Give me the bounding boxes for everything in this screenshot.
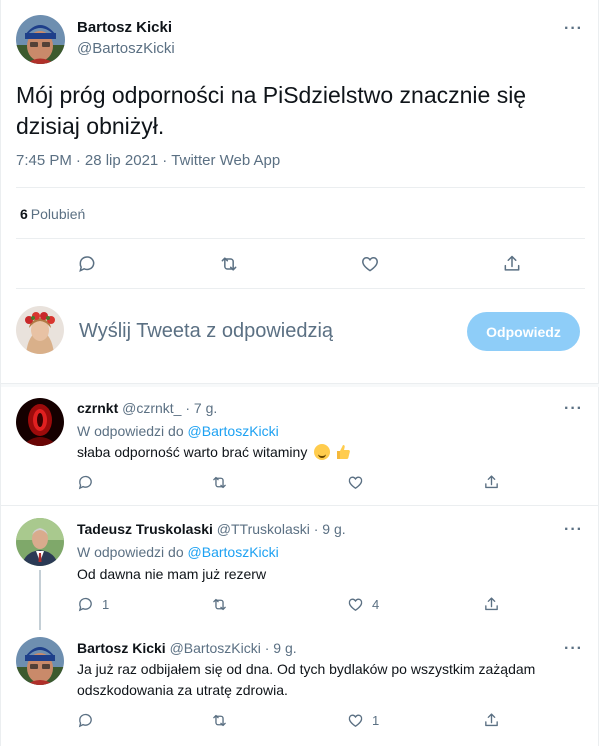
tweet-date[interactable]: 28 lip 2021 (85, 152, 158, 169)
reply-avatar[interactable] (16, 398, 64, 446)
reply-text: Ja już raz odbijałem się od dna. Od tych… (77, 661, 536, 698)
like-count: 4 (372, 597, 380, 612)
reply-author-handle[interactable]: @czrnkt_ (122, 400, 181, 416)
divider (16, 187, 585, 188)
author-name[interactable]: Bartosz Kicki (77, 19, 172, 36)
like-action[interactable] (347, 474, 372, 491)
thread-connector (39, 570, 41, 630)
reply-input[interactable]: Wyślij Tweeta z odpowiedzią (79, 320, 333, 343)
share-icon (485, 713, 498, 727)
reply-tweet[interactable]: Bartosz Kicki @BartoszKicki · 9 g. ··· J… (1, 629, 599, 746)
reply-author-handle[interactable]: @BartoszKicki (170, 640, 261, 656)
thumbs-up-icon (337, 445, 351, 459)
likes-label: Polubień (30, 206, 86, 222)
reply-header: czrnkt @czrnkt_ · 7 g. (77, 400, 217, 416)
reply-icon[interactable] (76, 253, 98, 275)
reply-age[interactable]: · 9 g. (265, 640, 297, 656)
reply-icon (78, 597, 92, 612)
divider (16, 238, 585, 239)
reply-tweet[interactable]: czrnkt @czrnkt_ · 7 g. ··· W odpowiedzi … (1, 388, 599, 505)
reply-author-name[interactable]: Bartosz Kicki (77, 640, 166, 656)
section-divider (1, 383, 599, 387)
mention-link[interactable]: @BartoszKicki (188, 544, 279, 560)
reply-author-name[interactable]: Tadeusz Truskolaski (77, 521, 213, 537)
reply-text: słaba odporność warto brać witaminy (77, 442, 587, 463)
share-icon[interactable] (501, 253, 523, 275)
tweet-text: Mój próg odporności na PiSdzielstwo znac… (16, 82, 527, 139)
more-icon[interactable]: ··· (564, 401, 583, 417)
retweet-icon (213, 476, 226, 489)
tweet-meta: 7:45 PM · 28 lip 2021 · Twitter Web App (16, 152, 281, 169)
reply-author-name[interactable]: czrnkt (77, 400, 118, 416)
grinning-face-icon (314, 444, 331, 460)
tweet-time[interactable]: 7:45 PM (16, 152, 72, 169)
reply-age[interactable]: · 9 g. (314, 521, 346, 537)
reply-header: Bartosz Kicki @BartoszKicki · 9 g. (77, 640, 297, 656)
retweet-icon (213, 714, 226, 727)
reply-context: W odpowiedzi do @BartoszKicki (77, 544, 279, 560)
main-tweet: Bartosz Kicki @BartoszKicki ··· Mój próg… (1, 0, 599, 383)
reply-header: Tadeusz Truskolaski @TTruskolaski · 9 g. (77, 521, 346, 537)
tweet-source[interactable]: Twitter Web App (171, 152, 280, 169)
reply-age[interactable]: · 7 g. (185, 400, 217, 416)
retweet-action[interactable] (211, 596, 228, 613)
reply-context: W odpowiedzi do @BartoszKicki (77, 423, 279, 439)
likes-stat[interactable]: 6 Polubień (20, 206, 85, 222)
like-icon (348, 598, 363, 611)
reply-count: 1 (102, 597, 110, 612)
reply-action[interactable]: 1 (77, 596, 109, 613)
reply-icon (78, 713, 92, 728)
reply-avatar[interactable] (16, 637, 64, 685)
share-icon (485, 597, 498, 611)
retweet-icon[interactable] (218, 253, 240, 275)
retweet-action[interactable] (211, 712, 228, 729)
reply-author-handle[interactable]: @TTruskolaski (217, 521, 310, 537)
like-count: 1 (372, 713, 380, 728)
share-action[interactable] (483, 474, 500, 491)
reply-action[interactable] (77, 474, 102, 491)
retweet-icon (213, 598, 226, 611)
author-avatar[interactable] (16, 15, 65, 64)
like-icon (348, 476, 363, 489)
tweet-thread: Bartosz Kicki @BartoszKicki ··· Mój próg… (0, 0, 599, 746)
more-icon[interactable]: ··· (564, 21, 583, 37)
like-action[interactable]: 4 (347, 596, 379, 613)
divider (16, 288, 585, 289)
more-icon[interactable]: ··· (564, 641, 583, 657)
like-icon[interactable] (359, 253, 381, 275)
like-icon (348, 714, 363, 727)
mention-link[interactable]: @BartoszKicki (188, 423, 279, 439)
author-handle[interactable]: @BartoszKicki (77, 40, 175, 57)
current-user-avatar[interactable] (16, 306, 64, 354)
share-icon (485, 475, 498, 489)
like-action[interactable]: 1 (347, 712, 379, 729)
share-action[interactable] (483, 596, 500, 613)
more-icon[interactable]: ··· (564, 522, 583, 538)
share-action[interactable] (483, 712, 500, 729)
reply-button[interactable]: Odpowiedz (467, 312, 580, 351)
reply-tweet[interactable]: Tadeusz Truskolaski @TTruskolaski · 9 g.… (1, 506, 599, 630)
reply-text: Od dawna nie mam już rezerw (77, 566, 267, 582)
reply-icon (78, 475, 92, 490)
reply-avatar[interactable] (16, 518, 64, 566)
reply-action[interactable] (77, 712, 102, 729)
retweet-action[interactable] (211, 474, 228, 491)
likes-count: 6 (20, 206, 28, 222)
